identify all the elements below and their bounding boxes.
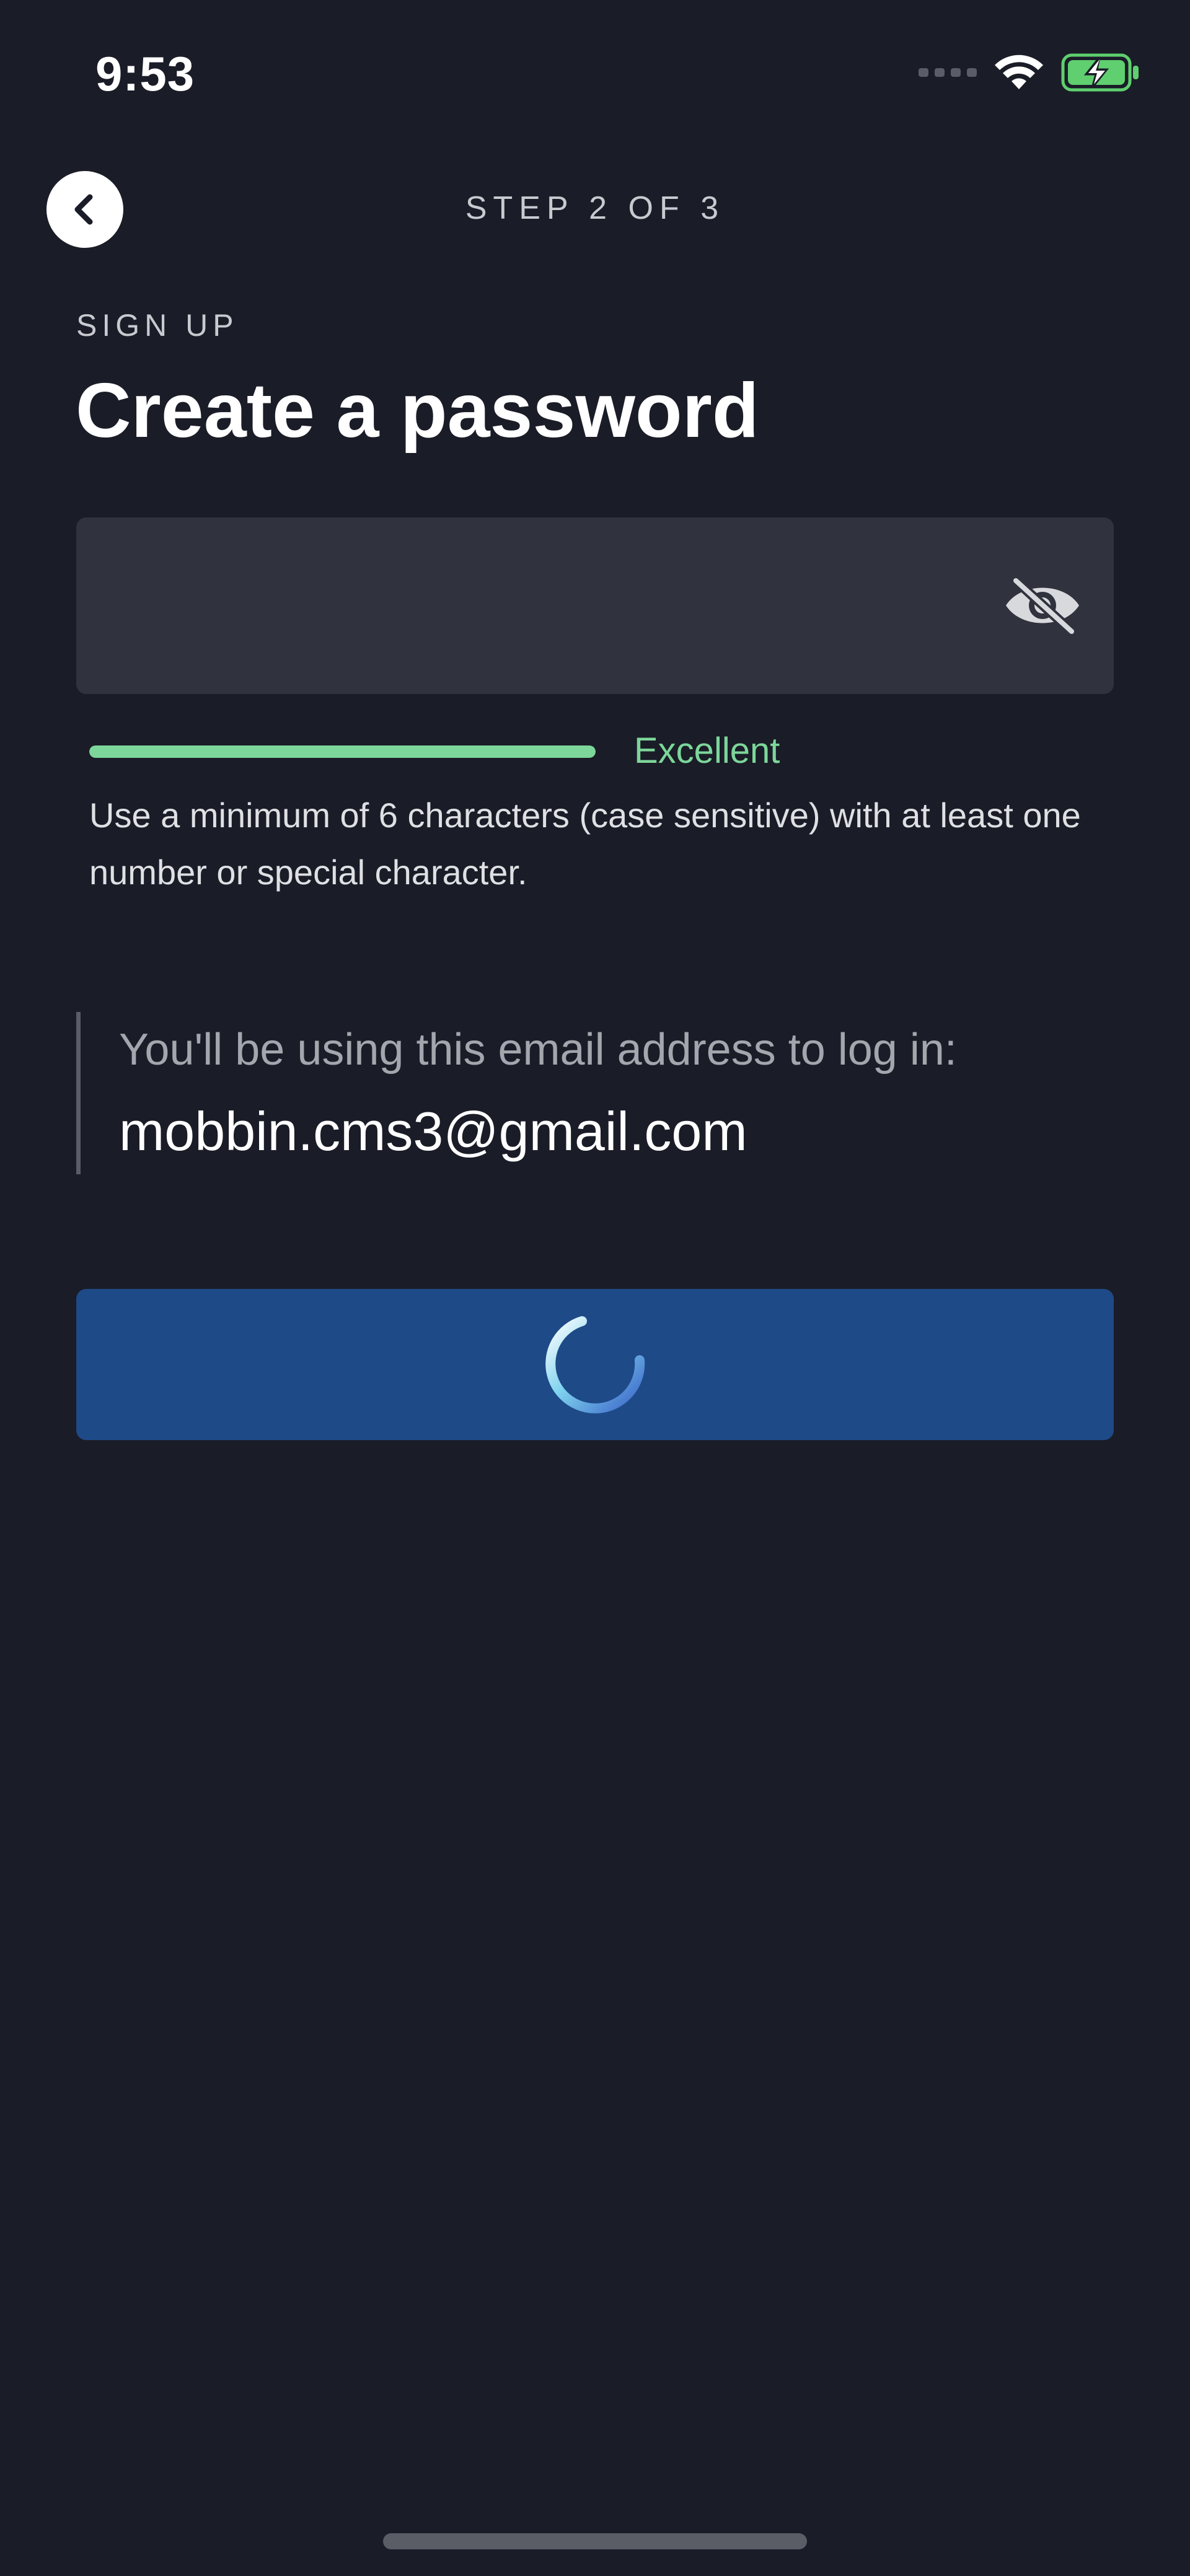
step-indicator: STEP 2 OF 3	[465, 190, 725, 226]
password-strength-label: Excellent	[634, 731, 780, 771]
cellular-signal-icon	[919, 68, 977, 77]
status-indicators	[919, 51, 1140, 94]
continue-button[interactable]	[76, 1289, 1114, 1440]
password-input[interactable]	[107, 517, 975, 694]
email-notice: You'll be using this email address to lo…	[76, 1012, 1117, 1174]
page-title: Create a password	[76, 368, 759, 454]
signup-password-screen: 9:53 STEP 2 OF 3 SIGN UP Create a passwo…	[0, 0, 1190, 2576]
email-caption: You'll be using this email address to lo…	[119, 1025, 957, 1075]
password-visibility-toggle[interactable]	[1002, 568, 1083, 643]
password-strength-meter	[89, 745, 596, 758]
section-eyebrow: SIGN UP	[76, 308, 239, 343]
wifi-icon	[995, 55, 1043, 89]
password-strength-fill	[89, 745, 596, 758]
password-field[interactable]	[76, 517, 1114, 694]
loading-spinner-icon	[545, 1316, 645, 1413]
email-address: mobbin.cms3@gmail.com	[119, 1101, 747, 1162]
battery-charging-icon	[1061, 53, 1139, 92]
status-time: 9:53	[95, 46, 195, 101]
eye-slash-icon	[1006, 576, 1079, 636]
home-indicator[interactable]	[383, 2533, 807, 2549]
password-hint: Use a minimum of 6 characters (case sens…	[89, 796, 1081, 892]
